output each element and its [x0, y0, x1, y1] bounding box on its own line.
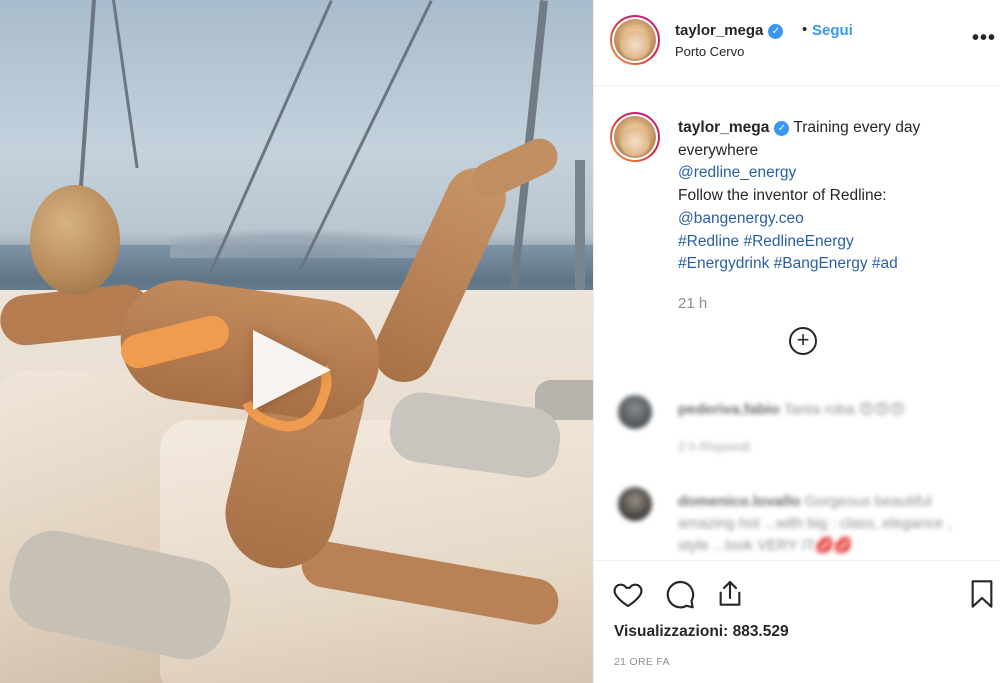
- follow-button[interactable]: Segui: [812, 22, 853, 39]
- caption-time: 21 h: [678, 295, 708, 312]
- author-username-text[interactable]: taylor_mega: [675, 22, 763, 39]
- post-caption: taylor_mega ✓ Training every day everywhe…: [678, 117, 978, 276]
- views-count[interactable]: Visualizzazioni: 883.529: [614, 623, 789, 641]
- share-icon[interactable]: [714, 578, 746, 610]
- caption-line: Follow the inventor of Redline:: [678, 187, 887, 205]
- list-item: pederiva.fabio Tanta roba 😍😍😍 2 h Rispon…: [610, 395, 990, 465]
- figure-foot: [466, 132, 564, 204]
- post-timestamp: 21 ORE FA: [614, 656, 670, 668]
- hashtag-links[interactable]: #Redline #RedlineEnergy: [678, 231, 978, 254]
- more-options-icon[interactable]: •••: [972, 27, 996, 50]
- post-actions: Visualizzazioni: 883.529 21 ORE FA: [594, 560, 1000, 683]
- mast-line: [78, 0, 96, 190]
- separator-dot: •: [802, 21, 808, 38]
- heart-icon[interactable]: [612, 578, 644, 610]
- play-icon[interactable]: [253, 330, 331, 410]
- location-link[interactable]: Porto Cervo: [675, 44, 744, 59]
- mention-link[interactable]: @bangenergy.ceo: [678, 208, 978, 231]
- mention-link[interactable]: @redline_energy: [678, 162, 978, 185]
- figure-head: [30, 185, 120, 295]
- author-username[interactable]: taylor_mega ✓: [675, 22, 784, 39]
- comment-meta: 2 h Rispondi: [678, 439, 751, 454]
- bookmark-icon[interactable]: [966, 578, 998, 610]
- avatar[interactable]: [610, 112, 660, 162]
- list-item: domenico.lovallo Gorgeous beautiful amaz…: [610, 487, 990, 557]
- comment-username[interactable]: pederiva.fabio: [678, 401, 780, 418]
- avatar[interactable]: [610, 15, 660, 65]
- mast-line: [112, 0, 139, 169]
- avatar[interactable]: [618, 487, 652, 521]
- mast-line: [575, 160, 585, 300]
- hashtag-links[interactable]: #Energydrink #BangEnergy #ad: [678, 253, 978, 276]
- post-header: taylor_mega ✓ • Segui Porto Cervo •••: [594, 0, 1000, 86]
- caption-username[interactable]: taylor_mega: [678, 119, 769, 136]
- avatar[interactable]: [618, 395, 652, 429]
- comment-body: Tanta roba 😍😍😍: [783, 401, 906, 418]
- comment-text: domenico.lovallo Gorgeous beautiful amaz…: [678, 491, 978, 557]
- comments-area: taylor_mega ✓ Training every day everywhe…: [594, 87, 1000, 557]
- comment-text: pederiva.fabio Tanta roba 😍😍😍: [678, 399, 978, 421]
- post-sidebar: taylor_mega ✓ • Segui Porto Cervo ••• tay…: [593, 0, 1000, 683]
- verified-icon: ✓: [774, 121, 790, 136]
- post-media-video[interactable]: [0, 0, 593, 683]
- load-more-icon[interactable]: +: [789, 327, 817, 355]
- comment-icon[interactable]: [664, 578, 696, 610]
- verified-icon: ✓: [768, 24, 784, 39]
- comment-username[interactable]: domenico.lovallo: [678, 493, 801, 510]
